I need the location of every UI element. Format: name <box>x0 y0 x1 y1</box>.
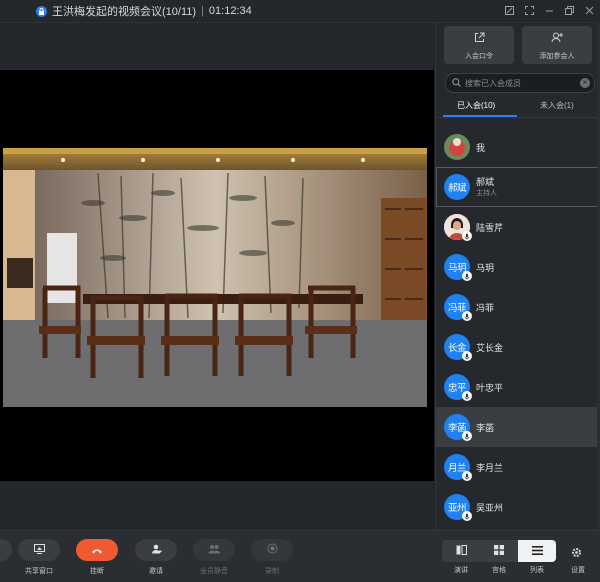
window-controls <box>502 3 596 17</box>
member-row[interactable]: 陆雪芹 <box>436 207 600 247</box>
member-name: 陆雪芹 <box>476 222 504 233</box>
mute-all-icon <box>208 541 220 559</box>
member-name: 吴亚州 <box>476 502 504 513</box>
member-name: 冯菲 <box>476 302 495 313</box>
member-name: 马玥 <box>476 262 495 273</box>
member-row[interactable]: 亚州 吴亚州 <box>436 487 600 527</box>
participants-panel: 入会口令 添加参会人 搜索已入会成员 × 已入会(10) 未入会(1) 我 郝斌… <box>435 23 600 530</box>
add-participant-label: 添加参会人 <box>539 52 575 60</box>
search-icon <box>452 74 461 92</box>
present-mode-label: 演讲 <box>454 567 468 574</box>
microphone-icon <box>462 511 472 521</box>
hang-up-label: 挂断 <box>90 568 104 575</box>
meeting-timer: 01:12:34 <box>208 5 252 17</box>
member-row[interactable]: 长金 艾长金 <box>436 327 600 367</box>
member-name: 我 <box>476 142 486 153</box>
member-row-me[interactable]: 我 <box>436 127 600 167</box>
invite-user-icon <box>151 541 162 559</box>
mute-all-button[interactable] <box>193 539 235 561</box>
present-mode-button[interactable] <box>442 540 480 562</box>
list-layout-icon <box>531 542 543 560</box>
avatar: 郝斌 <box>444 174 470 200</box>
list-mode-label: 列表 <box>530 567 544 574</box>
gear-icon <box>571 545 582 562</box>
title-wrap: 王洪梅发起的视频会议(10/11) | 01:12:34 <box>36 3 252 19</box>
avatar-photo-me <box>444 134 470 160</box>
share-window-label: 共享窗口 <box>25 568 53 575</box>
entry-code-button[interactable]: 入会口令 <box>444 26 514 64</box>
fullscreen-icon[interactable] <box>522 3 536 17</box>
share-out-icon <box>474 30 485 48</box>
microphone-icon <box>462 471 472 481</box>
share-window-button[interactable] <box>18 539 60 561</box>
record-button[interactable] <box>251 539 293 561</box>
member-row[interactable]: 忠平 叶忠平 <box>436 367 600 407</box>
member-name: 李月兰 <box>476 462 504 473</box>
shared-video-frame <box>3 148 427 407</box>
restore-icon[interactable] <box>562 3 576 17</box>
add-user-icon <box>551 30 563 48</box>
search-placeholder: 搜索已入会成员 <box>465 78 521 88</box>
microphone-icon <box>462 391 472 401</box>
title-separator: | <box>201 5 204 17</box>
member-row-host[interactable]: 郝斌 郝斌 主持人 <box>436 167 600 207</box>
grid-mode-label: 宫格 <box>492 567 506 574</box>
pin-window-icon[interactable] <box>502 3 516 17</box>
member-search-input[interactable]: 搜索已入会成员 × <box>445 73 595 93</box>
list-mode-button[interactable] <box>518 540 556 562</box>
member-row[interactable]: 冯菲 冯菲 <box>436 287 600 327</box>
member-name: 李菡 <box>476 422 495 433</box>
secure-lock-icon <box>36 5 47 17</box>
grid-mode-button[interactable] <box>480 540 518 562</box>
invite-label: 邀请 <box>149 568 163 575</box>
member-row[interactable]: 月兰 李月兰 <box>436 447 600 487</box>
member-name: 郝斌 <box>476 177 495 187</box>
mute-all-label: 全员静音 <box>200 568 228 575</box>
member-name: 艾长金 <box>476 342 504 353</box>
title-bar: 王洪梅发起的视频会议(10/11) | 01:12:34 <box>0 0 600 23</box>
member-tabs: 已入会(10) 未入会(1) <box>436 96 600 118</box>
grid-layout-icon <box>494 542 504 560</box>
mute-toggle-button[interactable] <box>0 539 12 561</box>
tab-joined[interactable]: 已入会(10) <box>457 100 495 111</box>
record-label: 录制 <box>265 568 279 575</box>
invite-button[interactable] <box>135 539 177 561</box>
host-role-label: 主持人 <box>476 190 497 197</box>
video-stage <box>0 23 434 530</box>
layout-mode-switch <box>442 540 556 562</box>
member-row[interactable]: 马玥 马玥 <box>436 247 600 287</box>
present-layout-icon <box>456 542 467 560</box>
tabs-divider <box>436 117 600 118</box>
tab-not-joined[interactable]: 未入会(1) <box>540 100 574 111</box>
member-name: 叶忠平 <box>476 382 504 393</box>
hang-up-button[interactable] <box>76 539 118 561</box>
hang-up-icon <box>91 541 103 559</box>
minimize-icon[interactable] <box>542 3 556 17</box>
member-list: 我 郝斌 郝斌 主持人 陆雪芹 马玥 马玥 冯菲 冯菲 长金 艾长金 忠平 叶忠… <box>436 127 600 527</box>
settings-label: 设置 <box>571 567 585 574</box>
clear-search-icon[interactable]: × <box>580 78 590 88</box>
microphone-icon <box>462 351 472 361</box>
entry-code-label: 入会口令 <box>465 52 493 60</box>
member-row[interactable]: 李菡 李菡 <box>436 407 600 447</box>
meeting-title: 王洪梅发起的视频会议(10/11) <box>52 6 197 18</box>
close-window-icon[interactable] <box>582 3 596 17</box>
settings-button[interactable] <box>571 545 582 563</box>
microphone-icon <box>462 231 472 241</box>
microphone-icon <box>462 431 472 441</box>
record-icon <box>267 541 278 559</box>
microphone-icon <box>462 271 472 281</box>
add-participant-button[interactable]: 添加参会人 <box>522 26 592 64</box>
microphone-icon <box>462 311 472 321</box>
share-screen-icon <box>33 541 45 559</box>
